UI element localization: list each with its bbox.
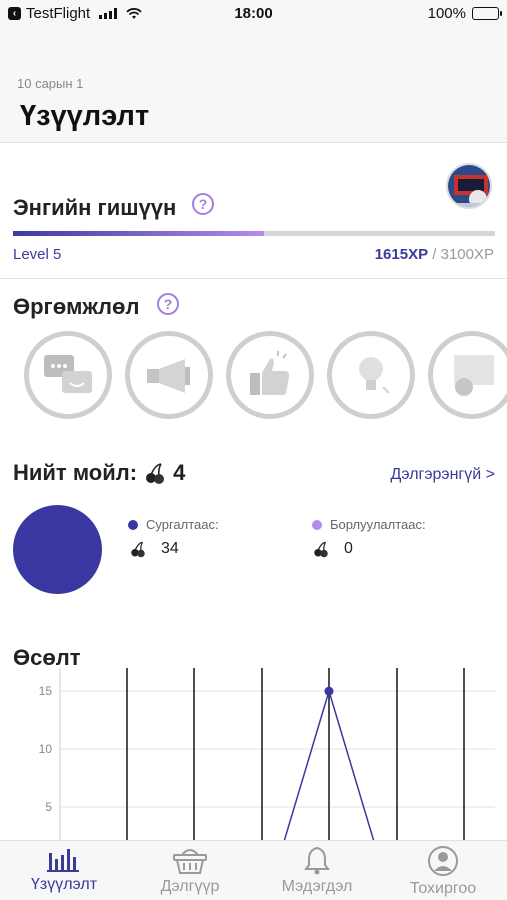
xp-progress-fill [13,231,264,236]
coins-total: 4 [173,460,186,485]
badge-megaphone[interactable] [125,331,213,419]
xp-progress-bar [13,231,495,236]
badge-thumbs-up[interactable] [226,331,314,419]
sales-value: 0 [344,540,353,557]
status-right: 100% [427,5,502,22]
xp-current: 1615XP [374,246,429,263]
tab-notifications-label: Мэдэгдэл [281,878,353,895]
xp-total: 3100XP [440,246,494,263]
legend-sales-dot [312,519,322,530]
megaphone-badge-icon [147,359,190,393]
legend-sales-label: Борлуулалтаас: [330,517,426,532]
avatar-image [448,165,490,207]
coins-pie-chart [13,505,102,594]
y-tick-label: 15 [39,684,53,698]
page-title: Үзүүлэлт [20,100,150,132]
user-icon [428,846,458,876]
coins-more-link[interactable]: Дэлгэрэнгүй > [391,466,495,484]
battery-percent: 100% [427,5,466,22]
chat-badge-icon [44,355,92,393]
xp-separator: / [428,246,441,263]
bell-icon [304,846,330,875]
coins-title: Нийт мойл: 4 [13,460,185,486]
basket-icon [173,849,207,874]
tab-stats[interactable]: Үзүүлэлт [4,845,124,894]
badge-lightbulb[interactable] [327,331,415,419]
tab-settings-label: Тохиргоо [409,880,477,897]
section-divider [0,278,507,279]
avatar[interactable] [446,163,492,209]
cherry-icon [314,541,328,558]
membership-help-icon[interactable]: ? [192,193,214,215]
badges-carousel[interactable] [24,331,507,423]
tab-settings[interactable]: Тохиргоо [383,845,503,898]
legend-sales: Борлуулалтаас: [312,517,426,532]
training-value-row: 34 [129,540,179,558]
header-date: 10 сарын 1 [17,76,84,91]
badges-help-icon[interactable]: ? [157,293,179,315]
thumbs-up-badge-icon [250,351,290,395]
battery-icon [472,7,502,20]
y-tick-label: 5 [45,800,52,814]
tab-shop[interactable]: Дэлгүүр [130,845,250,896]
badge-certificate[interactable] [428,331,507,419]
level-label: Level 5 [13,246,62,263]
training-value: 34 [161,540,179,557]
data-point [324,686,334,696]
tab-bar: Үзүүлэлт Дэлгүүр Мэдэгдэл Тохиргоо [0,840,507,900]
growth-chart: 15 10 5 [39,668,495,840]
legend-training: Сургалтаас: [128,517,219,532]
page-header: 10 сарын 1 Үзүүлэлт [0,28,507,143]
legend-training-label: Сургалтаас: [146,517,219,532]
badge-chat[interactable] [24,331,112,419]
tab-shop-label: Дэлгүүр [160,878,220,895]
sales-value-row: 0 [312,540,353,558]
cherry-icon [146,463,165,484]
certificate-badge-icon [454,355,494,396]
bar-chart-icon [47,849,79,872]
tab-stats-label: Үзүүлэлт [30,876,98,893]
cherry-icon [131,541,145,558]
status-bar: ‹ TestFlight 18:00 100% [0,0,507,28]
legend-training-dot [128,519,138,530]
coins-title-label: Нийт мойл: [13,460,138,485]
membership-title: Энгийн гишүүн [13,195,177,220]
y-tick-label: 10 [39,742,53,756]
tab-notifications[interactable]: Мэдэгдэл [257,845,377,896]
xp-readout: 1615XP / 3100XP [375,246,494,263]
badges-title: Өргөмжлөл [13,294,140,319]
lightbulb-badge-icon [359,357,390,394]
